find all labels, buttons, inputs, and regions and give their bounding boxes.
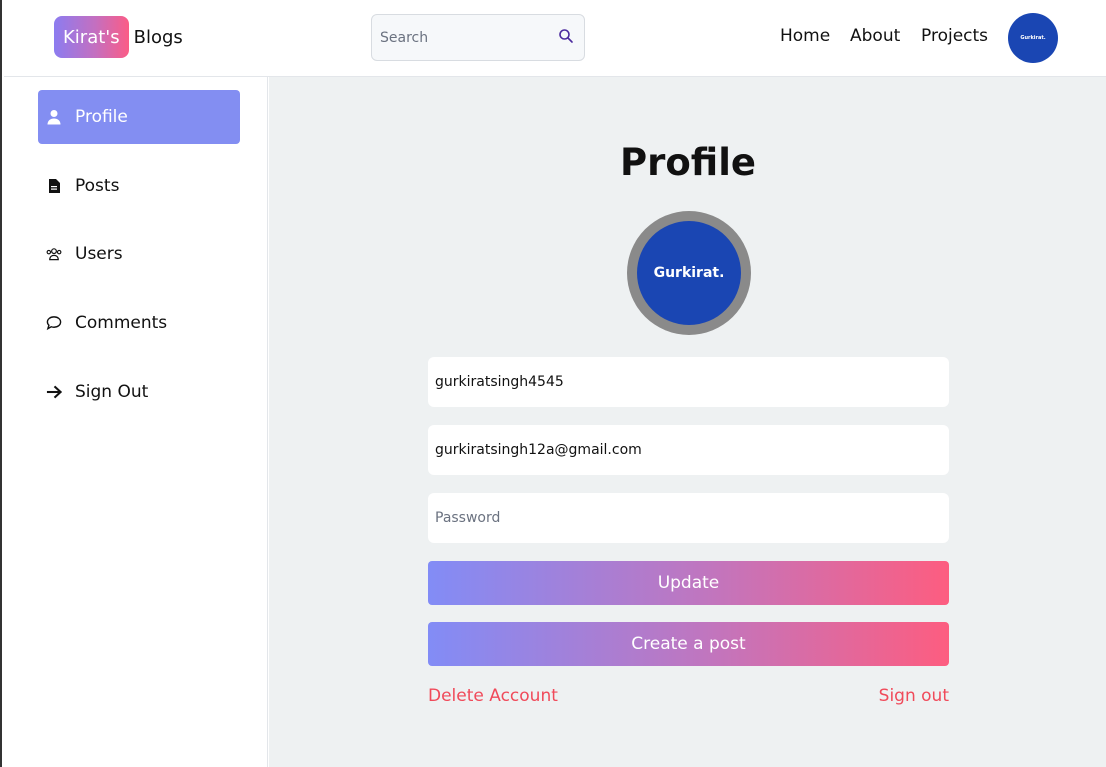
profile-avatar-image: Gurkirat.	[637, 221, 741, 325]
sidebar-item-comments[interactable]: Comments	[38, 296, 240, 350]
sidebar-item-label: Users	[75, 244, 123, 264]
sidebar-item-label: Sign Out	[75, 382, 149, 402]
user-icon	[46, 109, 62, 125]
nav-home-link[interactable]: Home	[780, 26, 830, 46]
sign-out-link[interactable]: Sign out	[879, 686, 949, 706]
sidebar: Profile Posts Users Comments Sign Out	[4, 77, 268, 767]
username-field[interactable]	[428, 357, 949, 407]
avatar-label: Gurkirat.	[1020, 35, 1046, 41]
arrow-right-icon	[46, 384, 62, 400]
nav-projects-link[interactable]: Projects	[921, 26, 988, 46]
sidebar-item-sign-out[interactable]: Sign Out	[38, 365, 240, 419]
create-post-button[interactable]: Create a post	[428, 622, 949, 666]
page-title: Profile	[620, 141, 756, 184]
document-icon	[46, 178, 62, 194]
users-icon	[46, 246, 62, 262]
app-frame: Kirat's Blogs Home About Projects Gurkir…	[0, 0, 1106, 767]
site-logo[interactable]: Kirat's Blogs	[54, 16, 183, 58]
sidebar-item-label: Comments	[75, 313, 168, 333]
comment-icon	[46, 315, 62, 331]
logo-badge: Kirat's	[54, 16, 129, 58]
sidebar-item-label: Profile	[75, 107, 128, 127]
top-navbar: Kirat's Blogs Home About Projects Gurkir…	[4, 0, 1106, 77]
search-input[interactable]	[380, 27, 550, 49]
profile-avatar[interactable]: Gurkirat.	[627, 211, 751, 335]
user-avatar-button[interactable]: Gurkirat.	[1008, 13, 1058, 63]
logo-text: Blogs	[133, 26, 183, 48]
password-field[interactable]	[428, 493, 949, 543]
nav-about-link[interactable]: About	[850, 26, 900, 46]
update-button[interactable]: Update	[428, 561, 949, 605]
delete-account-link[interactable]: Delete Account	[428, 686, 558, 706]
sidebar-item-profile[interactable]: Profile	[38, 90, 240, 144]
search-box	[371, 14, 585, 61]
search-icon[interactable]	[558, 28, 574, 44]
profile-avatar-label: Gurkirat.	[653, 265, 725, 281]
sidebar-item-label: Posts	[75, 176, 120, 196]
profile-panel: Profile Gurkirat. Update Create a post D…	[269, 77, 1106, 767]
sidebar-item-users[interactable]: Users	[38, 227, 240, 281]
sidebar-item-posts[interactable]: Posts	[38, 159, 240, 213]
email-field[interactable]	[428, 425, 949, 475]
